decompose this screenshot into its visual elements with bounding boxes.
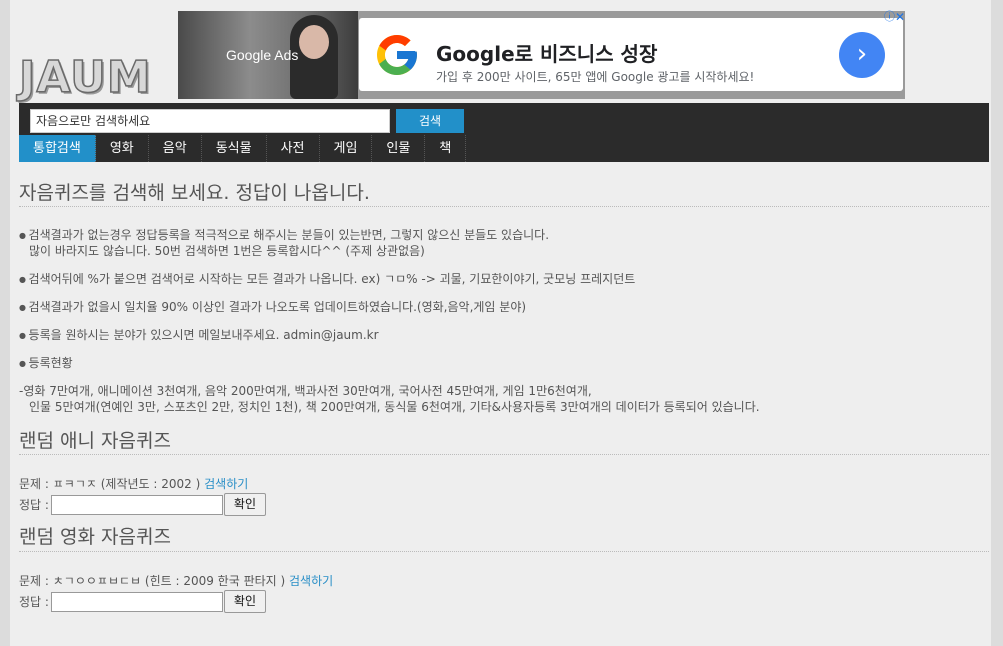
nav-tab-dictionary[interactable]: 사전 (267, 135, 320, 162)
nav-tab-person[interactable]: 인물 (372, 135, 426, 162)
movie-answer-input[interactable] (50, 591, 223, 612)
anime-quiz-search-link[interactable]: 검색하기 (204, 477, 248, 491)
category-nav: 통합검색 영화 음악 동식물 사전 게임 인물 책 (19, 135, 467, 162)
ad-brand: Google Ads (226, 47, 299, 63)
search-bar: 자음으로만 검색하세요 검색 통합검색 영화 음악 동식물 사전 게임 인물 책 (19, 103, 989, 162)
anime-quiz-title: 랜덤 애니 자음퀴즈 (19, 430, 171, 452)
divider (19, 454, 989, 455)
nav-tab-book[interactable]: 책 (425, 135, 467, 162)
anime-answer-label: 정답 : (19, 498, 49, 512)
note-item: 검색결과가 없는경우 정답등록을 적극적으로 해주시는 분들이 있는반면, 그렇… (19, 227, 550, 244)
nav-tab-music[interactable]: 음악 (149, 135, 202, 162)
ad-subtitle: 가입 후 200만 사이트, 65만 앱에 Google 광고를 시작하세요! (436, 70, 755, 84)
ad-title[interactable]: Google로 비즈니스 성장 (436, 38, 657, 67)
nav-tab-animals-plants[interactable]: 동식물 (202, 135, 267, 162)
page-gutter (991, 0, 1003, 646)
site-logo[interactable]: JAUM (18, 55, 152, 101)
search-input[interactable]: 자음으로만 검색하세요 (30, 109, 390, 133)
stats-line: -영화 7만여개, 애니메이션 3천여개, 음악 200만여개, 백과사전 30… (19, 384, 592, 398)
note-item-continued: 많이 바라지도 않습니다. 50번 검색하면 1번은 등록합시다^^ (주제 상… (29, 244, 425, 258)
anime-quiz-question-text: 문제 : ㅍㅋㄱㅈ (제작년도 : 2002 ) (19, 477, 201, 491)
movie-quiz-search-link[interactable]: 검색하기 (289, 574, 333, 588)
ad-face-image (299, 25, 329, 59)
nav-tab-all[interactable]: 통합검색 (19, 135, 96, 162)
ad-card[interactable]: Google로 비즈니스 성장 가입 후 200만 사이트, 65만 앱에 Go… (359, 18, 903, 91)
stats-line: 인물 5만여개(연예인 3만, 스포츠인 2만, 정치인 1천), 책 200만… (29, 400, 760, 414)
movie-answer-row: 정답 : 확인 (19, 590, 266, 613)
anime-confirm-button[interactable]: 확인 (223, 493, 266, 516)
divider (19, 551, 989, 552)
note-item: 등록을 원하시는 분야가 있으시면 메일보내주세요. admin@jaum.kr (19, 327, 379, 344)
anime-quiz-question: 문제 : ㅍㅋㄱㅈ (제작년도 : 2002 ) 검색하기 (19, 475, 248, 492)
anime-answer-row: 정답 : 확인 (19, 493, 266, 516)
note-item: 검색어뒤에 %가 붙으면 검색어로 시작하는 모든 결과가 나옵니다. ex) … (19, 271, 636, 288)
ad-banner[interactable]: Google Ads Google로 비즈니스 성장 가입 후 200만 사이트… (178, 11, 905, 99)
page: JAUM Google Ads Google로 비즈니스 성장 가입 후 200… (10, 0, 991, 646)
movie-quiz-question: 문제 : ㅊㄱㅇㅇㅍㅂㄷㅂ (힌트 : 2009 한국 판타지 ) 검색하기 (19, 572, 333, 589)
movie-quiz-question-text: 문제 : ㅊㄱㅇㅇㅍㅂㄷㅂ (힌트 : 2009 한국 판타지 ) (19, 574, 286, 588)
page-headline: 자음퀴즈를 검색해 보세요. 정답이 나옵니다. (19, 182, 370, 204)
divider (19, 206, 989, 207)
movie-answer-label: 정답 : (19, 595, 49, 609)
movie-quiz-title: 랜덤 영화 자음퀴즈 (19, 526, 171, 548)
note-item: 검색결과가 없을시 일치율 90% 이상인 결과가 나오도록 업데이트하였습니다… (19, 299, 527, 316)
google-logo-icon (377, 35, 417, 75)
movie-confirm-button[interactable]: 확인 (223, 590, 266, 613)
ad-close-icon[interactable]: ✕ (895, 11, 905, 23)
note-item: 등록현황 (19, 355, 73, 372)
nav-tab-movie[interactable]: 영화 (96, 135, 149, 162)
nav-tab-game[interactable]: 게임 (320, 135, 373, 162)
search-button[interactable]: 검색 (396, 109, 464, 133)
anime-answer-input[interactable] (50, 494, 223, 515)
ad-info-icon[interactable]: ⓘ (884, 11, 895, 23)
ad-arrow-icon[interactable]: › (839, 32, 885, 78)
